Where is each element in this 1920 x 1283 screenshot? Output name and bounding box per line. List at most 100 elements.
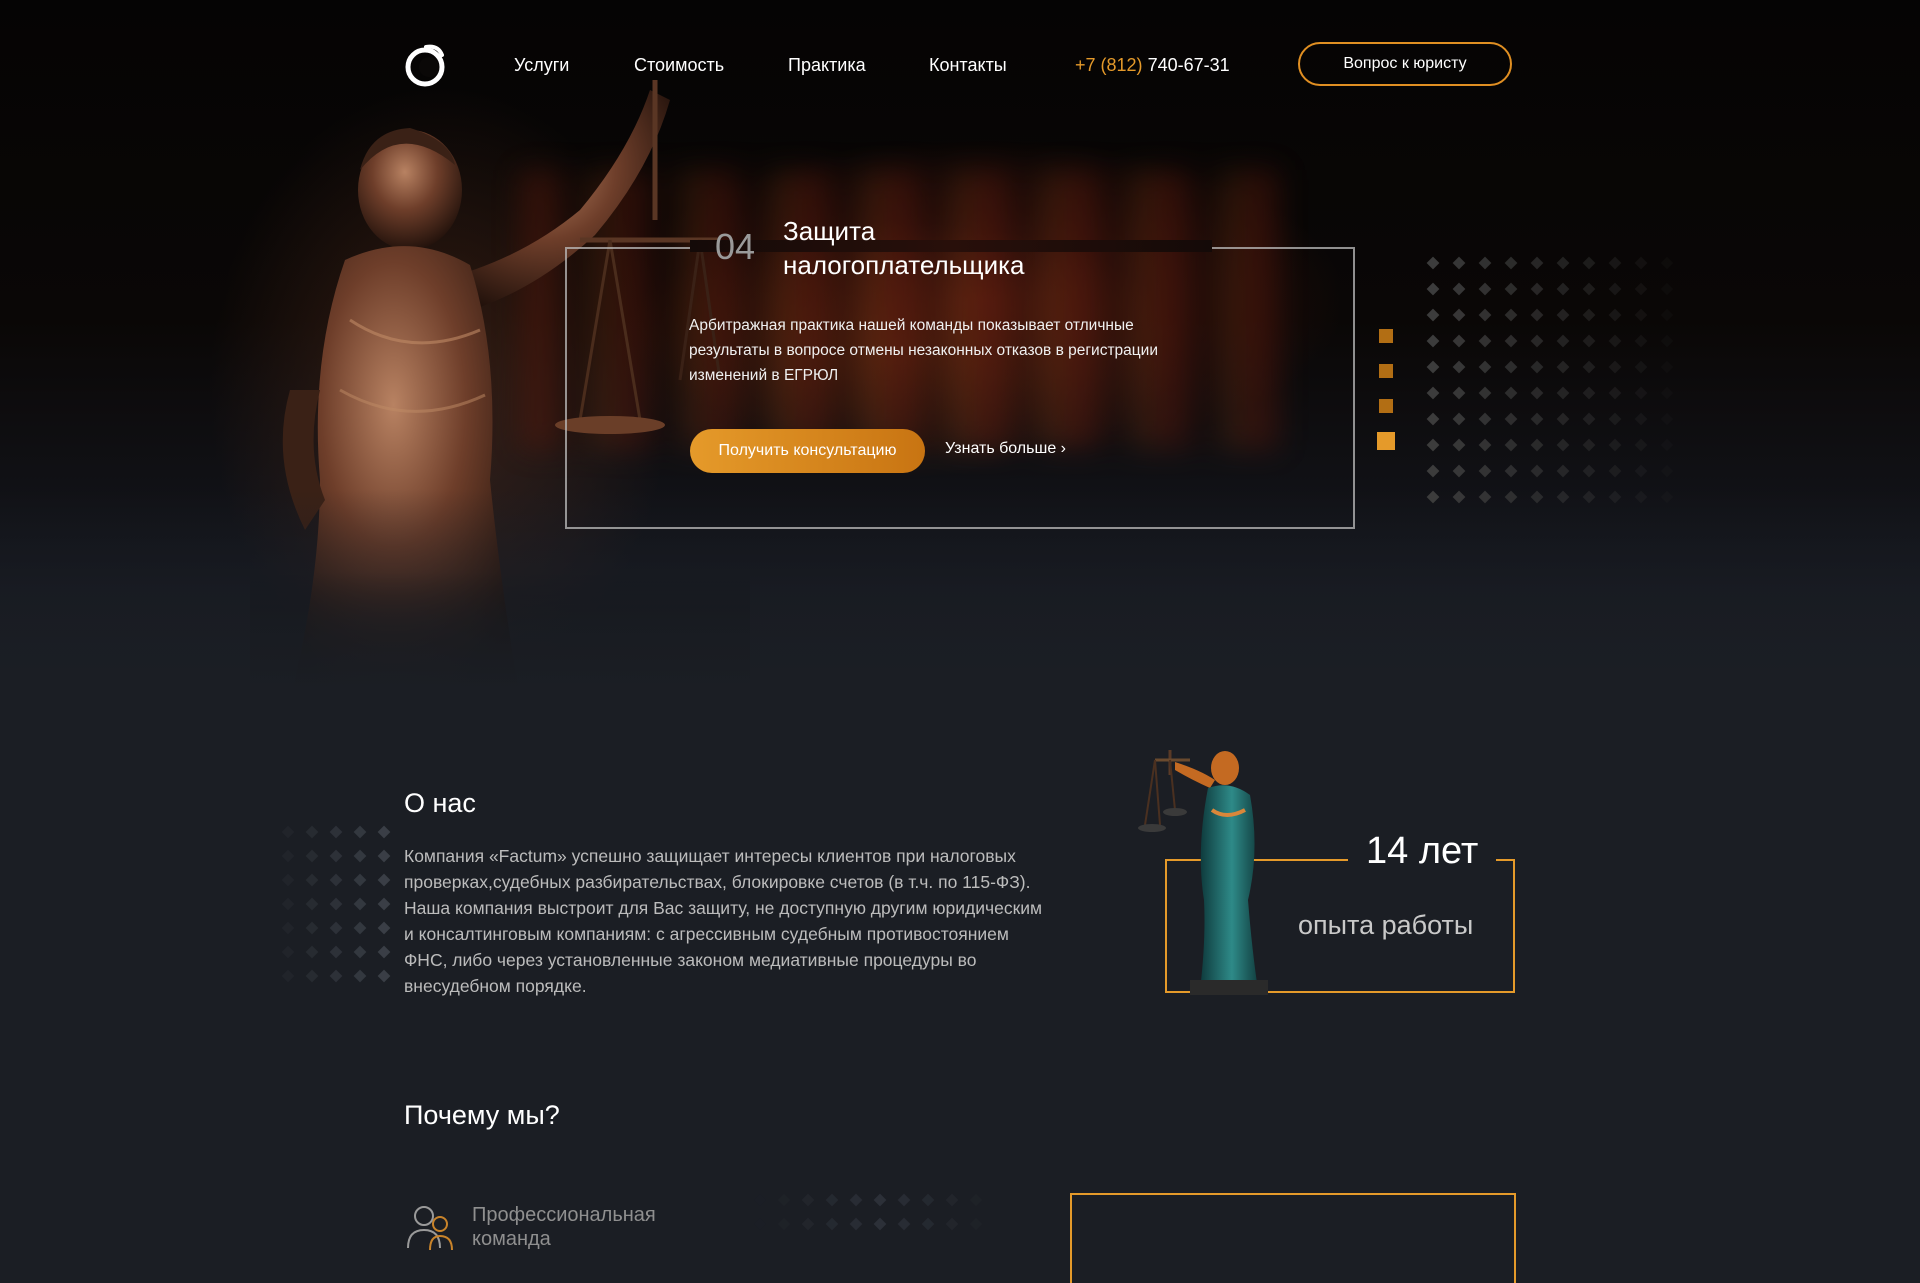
nav-contacts[interactable]: Контакты — [929, 55, 1007, 76]
decorative-dot — [1608, 360, 1622, 374]
decorative-dot — [1556, 256, 1570, 270]
phone-digits: 740-67-31 — [1147, 55, 1230, 75]
decorative-dot — [1608, 386, 1622, 400]
nav-pricing[interactable]: Стоимость — [634, 55, 724, 76]
decorative-dot — [1634, 282, 1648, 296]
decorative-dot — [969, 1217, 983, 1231]
decorative-dot — [1530, 490, 1544, 504]
decorative-dot — [1582, 282, 1596, 296]
nav-services[interactable]: Услуги — [514, 55, 569, 76]
decorative-dot — [849, 1193, 863, 1207]
decorative-dot — [1452, 360, 1466, 374]
decorative-dot — [1530, 360, 1544, 374]
ask-lawyer-button[interactable]: Вопрос к юристу — [1298, 42, 1512, 86]
decorative-dot — [1426, 438, 1440, 452]
decorative-dot — [305, 825, 319, 839]
decorative-dot — [1608, 490, 1622, 504]
decorative-dot — [1478, 438, 1492, 452]
decorative-dot — [1556, 412, 1570, 426]
decorative-dot — [1634, 334, 1648, 348]
decorative-dot — [1582, 334, 1596, 348]
decorative-dot — [1452, 412, 1466, 426]
learn-more-link[interactable]: Узнать больше › — [945, 440, 1066, 458]
decorative-dot — [1530, 412, 1544, 426]
decorative-dot — [1660, 438, 1674, 452]
decorative-dot — [1556, 464, 1570, 478]
decorative-dot — [1660, 490, 1674, 504]
themis-statuette-image — [1138, 750, 1268, 995]
decorative-dot — [329, 897, 343, 911]
slider-dot-1[interactable] — [1379, 329, 1393, 343]
decorative-dot — [1608, 412, 1622, 426]
decorative-dot — [1582, 256, 1596, 270]
decorative-dot — [1634, 360, 1648, 374]
decorative-dot — [1504, 282, 1518, 296]
decorative-dot — [1660, 334, 1674, 348]
factum-logo-icon[interactable] — [404, 43, 448, 87]
decorative-dot — [1660, 412, 1674, 426]
decorative-dot — [1582, 360, 1596, 374]
decorative-dot — [1426, 256, 1440, 270]
phone-number[interactable]: +7 (812) 740-67-31 — [1075, 55, 1230, 76]
decorative-dot — [1660, 360, 1674, 374]
decorative-dot — [1556, 386, 1570, 400]
phone-code: +7 (812) — [1075, 55, 1143, 75]
decorative-dot — [353, 921, 367, 935]
decorative-dot — [281, 897, 295, 911]
decorative-dot — [305, 921, 319, 935]
decorative-dot — [1452, 256, 1466, 270]
decorative-dot — [1608, 464, 1622, 478]
decorative-dot — [1504, 386, 1518, 400]
decorative-dot — [1478, 308, 1492, 322]
decorative-dot — [1478, 360, 1492, 374]
slide-number: 04 — [715, 226, 756, 267]
decorative-dot — [1504, 412, 1518, 426]
decorative-dot — [377, 897, 391, 911]
decorative-dot — [1452, 438, 1466, 452]
decorative-dot — [1530, 256, 1544, 270]
nav-practice[interactable]: Практика — [788, 55, 866, 76]
decorative-dot — [1504, 464, 1518, 478]
decorative-dot — [1556, 438, 1570, 452]
decorative-dot — [1478, 490, 1492, 504]
decorative-dot — [1478, 386, 1492, 400]
decorative-dot — [353, 825, 367, 839]
decorative-dot — [1556, 360, 1570, 374]
slide-title: Защита налогоплательщика — [783, 216, 1025, 280]
decorative-dot — [1530, 308, 1544, 322]
decorative-dot — [1634, 308, 1648, 322]
decorative-dot — [305, 897, 319, 911]
decorative-dot — [1660, 282, 1674, 296]
decorative-dot — [1582, 412, 1596, 426]
decorative-dot — [281, 969, 295, 983]
decorative-dot — [353, 873, 367, 887]
decorative-dot — [281, 873, 295, 887]
decorative-dot — [305, 945, 319, 959]
slider-dot-3[interactable] — [1379, 399, 1393, 413]
slider-dot-2[interactable] — [1379, 364, 1393, 378]
decorative-dot — [1582, 308, 1596, 322]
decorative-dot — [1452, 334, 1466, 348]
why-us-frame — [1070, 1193, 1516, 1283]
decorative-dot — [1530, 334, 1544, 348]
decorative-dot — [1660, 464, 1674, 478]
decorative-dot — [329, 849, 343, 863]
decorative-dot — [753, 1217, 767, 1231]
decorative-dot — [1660, 386, 1674, 400]
decorative-dot — [873, 1217, 887, 1231]
decorative-dot — [969, 1193, 983, 1207]
decorative-dot — [329, 945, 343, 959]
get-consultation-button[interactable]: Получить консультацию — [690, 429, 925, 473]
decorative-dot — [1582, 490, 1596, 504]
decorative-dot — [353, 945, 367, 959]
decorative-dot — [1608, 438, 1622, 452]
decorative-dot — [1608, 334, 1622, 348]
decorative-dot — [377, 969, 391, 983]
slider-dot-4-active[interactable] — [1377, 432, 1395, 450]
decorative-dot — [1426, 490, 1440, 504]
decorative-dot — [1634, 256, 1648, 270]
about-text: Компания «Factum» успешно защищает интер… — [404, 846, 1043, 996]
decorative-dot — [753, 1193, 767, 1207]
decorative-dot — [897, 1217, 911, 1231]
decorative-dot — [1582, 464, 1596, 478]
